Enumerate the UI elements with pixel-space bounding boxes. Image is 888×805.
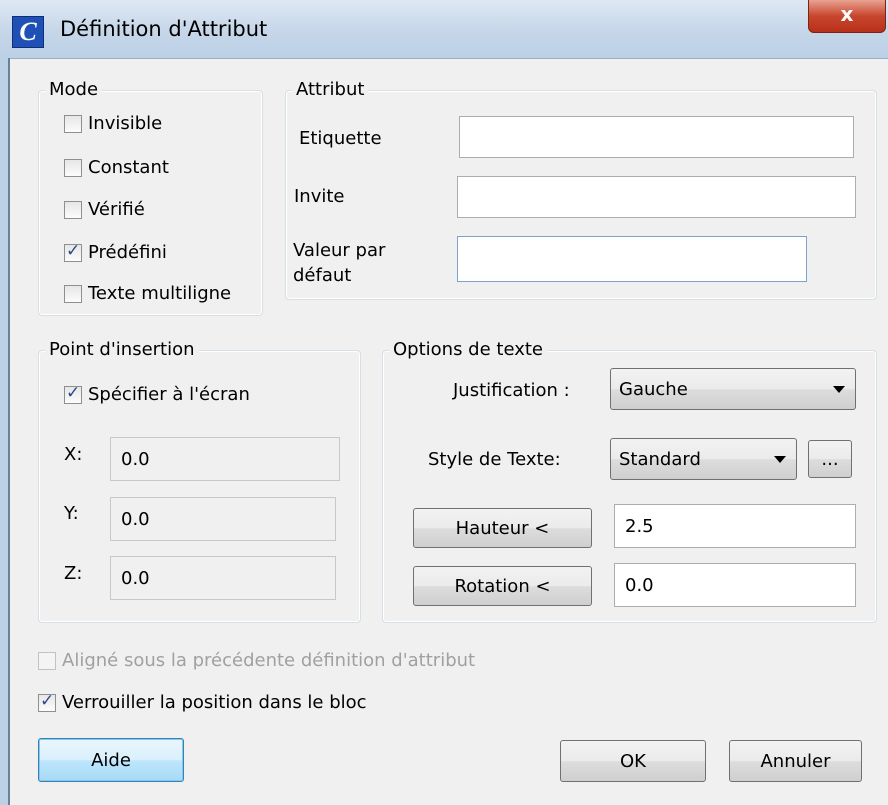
window-title: Définition d'Attribut [60, 17, 268, 41]
checkbox-box[interactable] [38, 691, 56, 712]
checkbox-label: Spécifier à l'écran [88, 384, 250, 405]
y-label: Y: [64, 503, 79, 524]
x-input[interactable]: 0.0 [110, 437, 340, 481]
checkbox-label: Texte multiligne [88, 283, 232, 304]
mode-legend: Mode [45, 79, 103, 100]
checkbox-lock-position[interactable]: Verrouiller la position dans le bloc [38, 691, 367, 713]
checkbox-invisible[interactable]: Invisible [64, 113, 162, 134]
checkbox-label: Constant [88, 157, 169, 178]
height-input[interactable]: 2.5 [614, 504, 856, 548]
y-input[interactable]: 0.0 [110, 497, 336, 541]
tag-input[interactable] [459, 116, 854, 158]
checkbox-label: Aligné sous la précédente définition d'a… [62, 650, 476, 671]
default-value-label-line2: défaut [293, 265, 352, 286]
rotation-input[interactable]: 0.0 [614, 563, 856, 607]
checkbox-align-below-previous[interactable]: Aligné sous la précédente définition d'a… [38, 650, 475, 671]
title-bar: C Définition d'Attribut x [0, 0, 888, 59]
text-style-value: Standard [619, 448, 701, 470]
checkbox-box[interactable] [64, 200, 82, 219]
text-style-label: Style de Texte: [428, 449, 561, 470]
z-label: Z: [64, 563, 83, 584]
height-pick-button[interactable]: Hauteur < [413, 508, 592, 548]
checkbox-predefini[interactable]: Prédéfini [64, 241, 167, 263]
checkbox-label: Prédéfini [88, 242, 167, 263]
checkbox-label: Invisible [88, 113, 163, 134]
chevron-down-icon [774, 456, 786, 463]
text-style-dropdown[interactable]: Standard [610, 438, 797, 480]
prompt-input[interactable] [457, 176, 856, 218]
checkbox-box[interactable] [64, 114, 82, 133]
justification-value: Gauche [619, 378, 688, 400]
default-value-label-line1: Valeur par [293, 240, 386, 261]
checkbox-box[interactable] [64, 158, 82, 177]
checkbox-label: Vérifié [88, 199, 145, 220]
checkbox-box[interactable] [64, 284, 82, 303]
justification-label: Justification : [453, 380, 570, 401]
cancel-button[interactable]: Annuler [729, 740, 862, 782]
checkbox-constant[interactable]: Constant [64, 157, 169, 178]
chevron-down-icon [833, 386, 845, 393]
insertion-point-legend: Point d'insertion [45, 339, 199, 360]
z-input[interactable]: 0.0 [110, 556, 336, 600]
checkbox-box[interactable] [64, 383, 82, 404]
help-button[interactable]: Aide [38, 738, 184, 782]
text-options-legend: Options de texte [389, 339, 547, 360]
ok-button[interactable]: OK [560, 740, 706, 782]
checkbox-box[interactable] [38, 651, 56, 670]
app-icon: C [12, 16, 44, 48]
checkbox-specify-on-screen[interactable]: Spécifier à l'écran [64, 383, 250, 405]
browse-text-style-button[interactable]: ... [808, 440, 852, 478]
window-border [0, 58, 10, 805]
x-label: X: [64, 444, 83, 465]
checkbox-box[interactable] [64, 241, 82, 262]
checkbox-texte-multiligne[interactable]: Texte multiligne [64, 283, 231, 304]
checkbox-verifie[interactable]: Vérifié [64, 199, 145, 220]
justification-dropdown[interactable]: Gauche [610, 368, 856, 410]
default-value-input[interactable] [457, 236, 807, 282]
close-button[interactable]: x [808, 0, 886, 33]
tag-label: Etiquette [299, 128, 382, 149]
prompt-label: Invite [294, 186, 345, 207]
checkbox-label: Verrouiller la position dans le bloc [62, 692, 367, 713]
attribut-legend: Attribut [292, 79, 369, 100]
rotation-pick-button[interactable]: Rotation < [413, 566, 592, 606]
